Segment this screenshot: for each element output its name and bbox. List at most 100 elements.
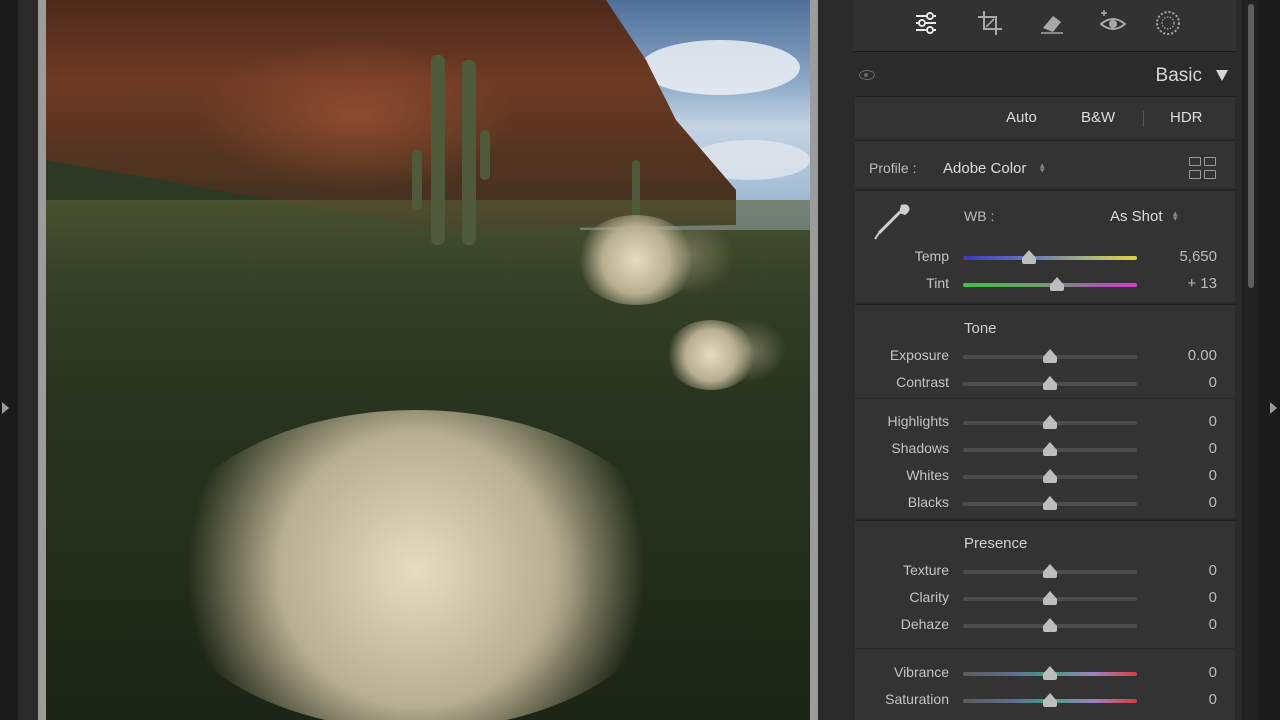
- blacks-label: Blacks: [907, 494, 949, 510]
- profile-row: Profile : Adobe Color ▴ ▾: [855, 140, 1235, 188]
- basic-panel-header[interactable]: Basic: [853, 58, 1236, 94]
- highlights-label: Highlights: [887, 413, 949, 429]
- texture-slider[interactable]: [963, 564, 1137, 578]
- blacks-value[interactable]: 0: [1143, 494, 1217, 511]
- dehaze-label: Dehaze: [900, 616, 949, 632]
- shadows-slider-thumb[interactable]: [1043, 442, 1057, 456]
- red-eye-icon[interactable]: [1098, 8, 1128, 38]
- edit-toolstrip: [853, 0, 1236, 52]
- auto-button[interactable]: Auto: [1006, 109, 1037, 126]
- saturation-slider-thumb[interactable]: [1043, 693, 1057, 707]
- clarity-slider-thumb[interactable]: [1043, 591, 1057, 605]
- tint-slider-thumb[interactable]: [1049, 277, 1064, 291]
- whites-label: Whites: [906, 467, 949, 483]
- edit-sliders-icon[interactable]: [911, 8, 941, 38]
- contrast-label: Contrast: [896, 374, 949, 390]
- vibrance-label: Vibrance: [893, 664, 949, 680]
- photo-cholla-foreground: [156, 410, 676, 720]
- shadows-label: Shadows: [891, 440, 949, 456]
- tint-label: Tint: [926, 275, 949, 291]
- texture-slider-thumb[interactable]: [1043, 564, 1057, 578]
- presence-title: Presence: [964, 535, 1028, 552]
- photo-frame: [38, 0, 818, 720]
- photo-cholla: [576, 215, 696, 305]
- saturation-value[interactable]: 0: [1143, 691, 1217, 708]
- collapse-right-panel-arrow-icon[interactable]: [1270, 402, 1277, 414]
- updown-arrows-icon[interactable]: ▴ ▾: [1040, 161, 1045, 175]
- tint-slider[interactable]: [963, 277, 1137, 291]
- texture-value[interactable]: 0: [1143, 562, 1217, 579]
- temp-slider[interactable]: [963, 250, 1137, 264]
- tone-divider: [855, 398, 1235, 399]
- tone-title: Tone: [964, 320, 997, 337]
- whites-slider[interactable]: [963, 469, 1137, 483]
- exposure-slider-thumb[interactable]: [1043, 349, 1057, 363]
- lightroom-develop-view: Basic Auto B&W HDR Profile : Adobe Color…: [0, 0, 1280, 720]
- vibrance-value[interactable]: 0: [1143, 664, 1217, 681]
- white-balance-section: WB : As Shot ▴ ▾ Temp 5,650 Tint + 13: [855, 190, 1235, 302]
- dehaze-value[interactable]: 0: [1143, 616, 1217, 633]
- photo-saguaro: [462, 60, 476, 245]
- wb-label: WB :: [964, 208, 995, 224]
- vibrance-slider-thumb[interactable]: [1043, 666, 1057, 680]
- eyedropper-icon[interactable]: [869, 199, 915, 245]
- presence-divider: [855, 648, 1235, 649]
- clarity-value[interactable]: 0: [1143, 589, 1217, 606]
- scrollbar-thumb[interactable]: [1248, 4, 1254, 288]
- right-panel-edge: [1260, 0, 1280, 720]
- contrast-slider[interactable]: [963, 376, 1137, 390]
- profile-browser-grid-icon[interactable]: [1189, 157, 1217, 181]
- texture-label: Texture: [903, 562, 949, 578]
- expand-left-panel-arrow-icon[interactable]: [2, 402, 9, 414]
- collapse-triangle-icon[interactable]: [1216, 70, 1228, 81]
- highlights-slider[interactable]: [963, 415, 1137, 429]
- exposure-slider[interactable]: [963, 349, 1137, 363]
- treatment-row: Auto B&W HDR: [855, 96, 1235, 138]
- hdr-button[interactable]: HDR: [1170, 109, 1203, 126]
- shadows-slider[interactable]: [963, 442, 1137, 456]
- highlights-slider-thumb[interactable]: [1043, 415, 1057, 429]
- photo-canvas[interactable]: [18, 0, 845, 720]
- saturation-slider[interactable]: [963, 693, 1137, 707]
- clarity-slider[interactable]: [963, 591, 1137, 605]
- wb-select[interactable]: As Shot: [1110, 208, 1163, 225]
- tint-value[interactable]: + 13: [1143, 275, 1217, 292]
- visibility-eye-icon[interactable]: [859, 70, 875, 80]
- whites-value[interactable]: 0: [1143, 467, 1217, 484]
- contrast-value[interactable]: 0: [1143, 374, 1217, 391]
- updown-arrows-icon[interactable]: ▴ ▾: [1173, 209, 1178, 223]
- button-divider: [1143, 111, 1144, 127]
- photo-saguaro-arm: [412, 150, 422, 210]
- temp-value[interactable]: 5,650: [1143, 248, 1217, 265]
- left-panel-edge: [0, 0, 18, 720]
- shadows-value[interactable]: 0: [1143, 440, 1217, 457]
- exposure-label: Exposure: [889, 347, 949, 363]
- presence-section: Presence Texture 0 Clarity 0 Dehaze 0 Vibrance…: [855, 520, 1235, 720]
- masking-icon[interactable]: [1153, 8, 1183, 38]
- dehaze-slider-thumb[interactable]: [1043, 618, 1057, 632]
- crop-icon[interactable]: [975, 8, 1005, 38]
- dehaze-slider[interactable]: [963, 618, 1137, 632]
- blacks-slider-thumb[interactable]: [1043, 496, 1057, 510]
- photo-image[interactable]: [46, 0, 810, 720]
- panel-scrollbar[interactable]: [1245, 0, 1257, 720]
- photo-saguaro: [431, 55, 445, 245]
- whites-slider-thumb[interactable]: [1043, 469, 1057, 483]
- photo-saguaro: [632, 160, 640, 220]
- clarity-label: Clarity: [909, 589, 949, 605]
- blacks-slider[interactable]: [963, 496, 1137, 510]
- temp-label: Temp: [914, 248, 949, 264]
- photo-cholla: [666, 320, 756, 390]
- tone-section: Tone Exposure 0.00 Contrast 0 Highlights 0 Sha…: [855, 304, 1235, 518]
- panel-title: Basic: [1155, 65, 1202, 86]
- exposure-value[interactable]: 0.00: [1143, 347, 1217, 364]
- temp-slider-thumb[interactable]: [1022, 250, 1037, 264]
- highlights-value[interactable]: 0: [1143, 413, 1217, 430]
- photo-cloud: [640, 40, 800, 95]
- bw-button[interactable]: B&W: [1081, 109, 1115, 126]
- vibrance-slider[interactable]: [963, 666, 1137, 680]
- profile-select[interactable]: Adobe Color: [943, 160, 1026, 177]
- contrast-slider-thumb[interactable]: [1043, 376, 1057, 390]
- photo-saguaro-arm: [480, 130, 490, 180]
- healing-eraser-icon[interactable]: [1037, 8, 1067, 38]
